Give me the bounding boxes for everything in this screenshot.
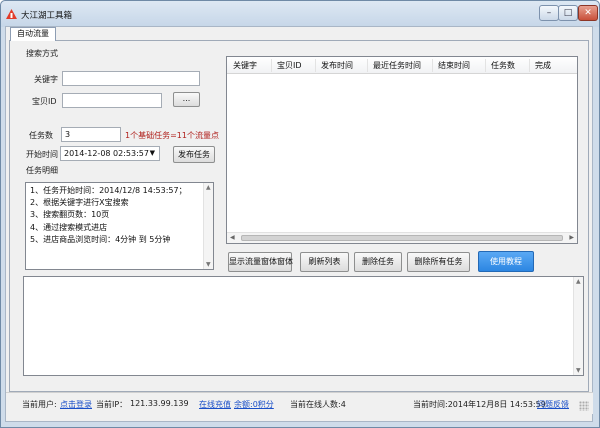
keyword-label: 关键字 [34,75,58,84]
column-separator [529,59,530,72]
task-detail-label: 任务明细 [26,166,58,175]
tab-auto-traffic[interactable]: 自动流量 [10,27,56,41]
browse-button[interactable]: ... [173,92,200,107]
task-table[interactable]: 关键字 宝贝ID 发布时间 最近任务时间 结束时间 任务数 完成 ◀ ▶ [226,56,578,244]
column-separator [485,59,486,72]
item-id-label: 宝贝ID [32,97,57,106]
detail-scrollbar[interactable]: ▲ ▼ [203,183,213,269]
column-header-publish-time[interactable]: 发布时间 [321,60,353,71]
tutorial-button[interactable]: 使用教程 [478,251,534,272]
scroll-up-icon[interactable]: ▲ [206,184,211,191]
feedback-link[interactable]: 问题反馈 [537,399,569,410]
table-header: 关键字 宝贝ID 发布时间 最近任务时间 结束时间 任务数 完成 [227,57,577,74]
current-user-label: 当前用户: [22,400,57,409]
log-scrollbar[interactable]: ▲ ▼ [573,277,583,375]
window-title: 大江湖工具箱 [21,11,73,21]
chevron-down-icon[interactable]: ▼ [150,147,155,160]
search-mode-label: 搜索方式 [26,49,58,58]
current-ip-label: 当前IP： [96,400,128,409]
scroll-down-icon[interactable]: ▼ [576,367,581,374]
minimize-button[interactable]: – [539,5,559,21]
show-main-window-button[interactable]: 显示流量窗体窗体 [228,252,293,272]
current-time: 当前时间:2014年12月8日 14:53:59 [413,400,546,409]
maximize-button[interactable]: □ [558,5,578,21]
task-detail-line: 4、通过搜索模式进店 [30,222,108,232]
scroll-left-icon[interactable]: ◀ [230,234,235,241]
balance-link[interactable]: 余额:0积分 [234,399,274,410]
log-output-box[interactable]: ▲ ▼ [23,276,584,376]
task-detail-line: 1、任务开始时间：2014/12/8 14:53:57； [30,186,187,195]
start-time-value: 2014-12-08 02:53:57 [64,149,149,158]
scroll-down-icon[interactable]: ▼ [206,261,211,268]
task-detail-box[interactable]: 1、任务开始时间：2014/12/8 14:53:57； 2、根据关键字进行X宝… [25,182,214,270]
refresh-list-button[interactable]: 刷新列表 [300,252,349,272]
column-separator [315,59,316,72]
column-separator [432,59,433,72]
current-ip-value: 121.33.99.139 [130,399,189,408]
scroll-right-icon[interactable]: ▶ [569,234,574,241]
column-header-end-time[interactable]: 结束时间 [438,60,470,71]
close-button[interactable]: ✕ [578,5,598,21]
task-count-hint: 1个基础任务=11个流量点 [125,131,219,140]
keyword-input[interactable] [62,71,200,86]
scroll-up-icon[interactable]: ▲ [576,278,581,285]
column-header-item-id[interactable]: 宝贝ID [277,60,302,71]
recharge-link[interactable]: 在线充值 [199,399,231,410]
publish-task-button[interactable]: 发布任务 [173,146,215,163]
resize-grip-icon[interactable] [579,401,589,411]
column-separator [367,59,368,72]
task-count-label: 任务数 [29,131,53,140]
delete-task-button[interactable]: 删除任务 [354,252,402,272]
task-detail-line: 5、进店商品浏览时间：4分钟 到 5分钟 [30,234,171,244]
login-link[interactable]: 点击登录 [60,399,92,410]
column-header-recent-task-time[interactable]: 最近任务时间 [373,60,421,71]
column-header-task-count[interactable]: 任务数 [491,60,515,71]
item-id-input[interactable] [62,93,162,108]
delete-all-tasks-button[interactable]: 删除所有任务 [407,252,470,272]
column-header-complete[interactable]: 完成 [535,60,551,71]
task-detail-line: 3、搜索翻页数：10页 [30,210,110,220]
task-detail-line: 2、根据关键字进行X宝搜索 [30,198,129,208]
scroll-thumb[interactable] [241,235,563,241]
online-count: 当前在线人数:4 [290,400,346,409]
app-icon [6,9,17,19]
start-time-picker[interactable]: 2014-12-08 02:53:57 ▼ [60,146,160,161]
task-count-input[interactable]: 3 [61,127,121,142]
column-header-keyword[interactable]: 关键字 [233,60,257,71]
start-time-label: 开始时间 [26,150,58,159]
table-horizontal-scrollbar[interactable]: ◀ ▶ [227,232,577,243]
status-bar: 当前用户: 点击登录 当前IP： 121.33.99.139 在线充值 余额:0… [6,392,593,414]
title-bar[interactable]: 大江湖工具箱 – □ ✕ [1,1,599,27]
column-separator [271,59,272,72]
